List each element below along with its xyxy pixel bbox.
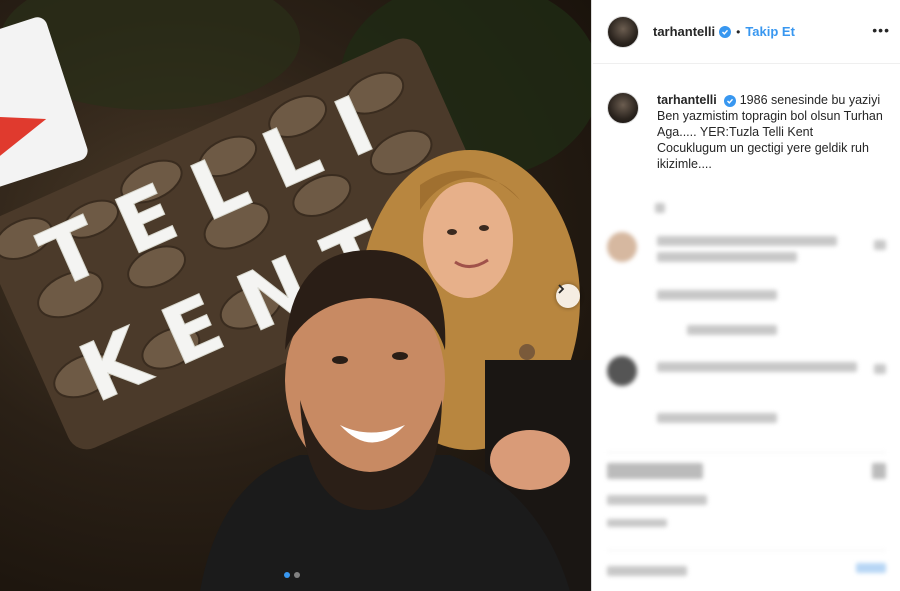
more-icon[interactable]: ••• [872,22,890,38]
likes-count [607,492,886,510]
separator-bullet: • [736,24,741,39]
post-sidebar: tarhantelli • Takip Et ••• tarhantelli 1… [593,0,900,591]
verified-icon [724,94,737,107]
post-date [607,514,886,532]
carousel-indicator [284,572,300,578]
carousel-dot [294,572,300,578]
comment-item [607,232,886,267]
carousel-dot-active [284,572,290,578]
post-header: tarhantelli • Takip Et ••• [593,0,900,64]
chevron-right-icon [558,284,565,294]
comment-input[interactable] [607,550,886,581]
photo-illustration: T E L L I K E N T [0,0,591,591]
verified-icon [719,25,732,38]
post-photo[interactable]: T E L L I K E N T [0,0,592,591]
comment-replies [607,322,886,340]
post-caption: tarhantelli 1986 senesinde bu yaziyi Ben… [593,64,900,172]
carousel-next-button[interactable] [556,284,580,308]
follow-button[interactable]: Takip Et [745,24,795,39]
comment-meta [607,287,886,305]
avatar[interactable] [607,15,639,48]
caption-avatar[interactable] [607,92,639,124]
comment-item [607,356,886,391]
header-username[interactable]: tarhantelli [653,24,715,39]
caption-timestamp [607,200,886,218]
comment-meta [607,410,886,428]
action-bar [607,452,886,484]
caption-username[interactable]: tarhantelli [657,93,717,107]
